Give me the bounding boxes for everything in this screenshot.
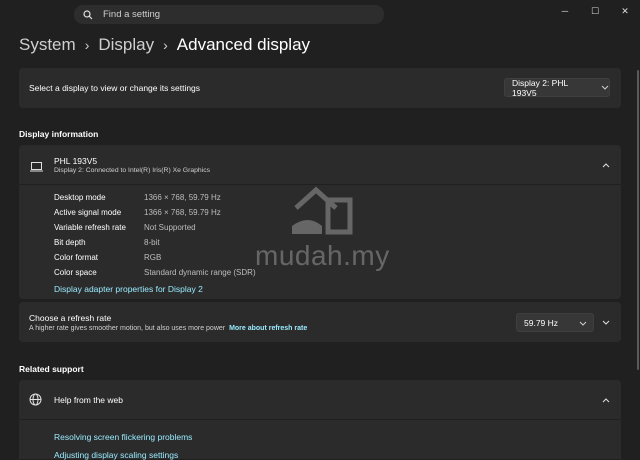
info-row-variable-refresh-rate: Variable refresh rate Not Supported xyxy=(54,223,196,232)
help-from-web-header[interactable]: Help from the web xyxy=(19,380,621,419)
info-key: Active signal mode xyxy=(54,208,122,217)
display-info-header[interactable]: PHL 193V5 Display 2: Connected to Intel(… xyxy=(19,145,621,184)
close-button[interactable]: ✕ xyxy=(610,2,640,20)
info-row-bit-depth: Bit depth 8-bit xyxy=(54,238,160,247)
globe-icon xyxy=(29,393,42,411)
chevron-up-icon[interactable] xyxy=(601,395,611,405)
info-row-color-space: Color space Standard dynamic range (SDR) xyxy=(54,268,256,277)
watermark-logo xyxy=(292,186,353,235)
info-row-desktop-mode: Desktop mode 1366 × 768, 59.79 Hz xyxy=(54,193,221,202)
info-key: Variable refresh rate xyxy=(54,223,126,232)
info-value: Standard dynamic range (SDR) xyxy=(144,268,256,277)
search-icon xyxy=(81,8,95,22)
info-value: 1366 × 768, 59.79 Hz xyxy=(144,193,221,202)
display-name: PHL 193V5 xyxy=(54,156,98,166)
page-title: Advanced display xyxy=(176,35,311,54)
watermark-text: mudah.my xyxy=(255,240,390,271)
display-information-heading: Display information xyxy=(19,129,99,139)
related-support-heading: Related support xyxy=(19,364,84,374)
search-box[interactable]: Find a setting xyxy=(74,5,384,24)
scrollbar[interactable] xyxy=(637,70,639,370)
chevron-down-icon xyxy=(579,321,587,326)
breadcrumb-system[interactable]: System xyxy=(19,35,76,55)
chevron-down-icon xyxy=(601,85,609,90)
refresh-rate-description: A higher rate gives smoother motion, but… xyxy=(29,325,307,332)
info-key: Color format xyxy=(54,253,99,262)
info-value: RGB xyxy=(144,253,162,262)
info-row-active-signal-mode: Active signal mode 1366 × 768, 59.79 Hz xyxy=(54,208,221,217)
breadcrumb-separator: › xyxy=(163,37,168,53)
info-value: 1366 × 768, 59.79 Hz xyxy=(144,208,221,217)
breadcrumb-separator: › xyxy=(84,37,90,53)
monitor-icon xyxy=(30,159,43,177)
info-row-color-format: Color format RGB xyxy=(54,253,161,262)
display-dropdown-value: Display 2: PHL 193V5 xyxy=(512,77,568,98)
watermark: mudah.my xyxy=(255,186,395,276)
window-controls: ─ ☐ ✕ xyxy=(550,2,640,20)
search-input[interactable]: Find a setting xyxy=(103,9,160,20)
display-adapter-properties-link[interactable]: Display adapter properties for Display 2 xyxy=(54,284,203,294)
help-link-flickering[interactable]: Resolving screen flickering problems xyxy=(54,432,192,442)
info-key: Desktop mode xyxy=(54,193,106,202)
info-value: 8-bit xyxy=(144,238,160,247)
info-value: Not Supported xyxy=(144,223,196,232)
refresh-rate-card: Choose a refresh rate A higher rate give… xyxy=(19,302,621,342)
breadcrumb: System › Display › Advanced display xyxy=(19,35,310,55)
chevron-down-icon[interactable] xyxy=(601,317,611,327)
help-from-web-title: Help from the web xyxy=(54,395,123,405)
select-display-card: Select a display to view or change its s… xyxy=(19,68,621,108)
select-display-label: Select a display to view or change its s… xyxy=(29,83,201,93)
minimize-button[interactable]: ─ xyxy=(550,2,580,20)
breadcrumb-display[interactable]: Display xyxy=(98,35,154,55)
maximize-button[interactable]: ☐ xyxy=(580,2,610,20)
refresh-rate-desc-text: A higher rate gives smoother motion, but… xyxy=(29,325,226,332)
more-about-refresh-rate-link[interactable]: More about refresh rate xyxy=(229,325,307,332)
display-dropdown[interactable]: Display 2: PHL 193V5 xyxy=(504,77,610,98)
refresh-rate-value: 59.79 Hz xyxy=(524,317,559,328)
chevron-up-icon[interactable] xyxy=(601,160,611,170)
refresh-rate-title: Choose a refresh rate xyxy=(29,313,112,323)
info-key: Bit depth xyxy=(54,238,86,247)
info-key: Color space xyxy=(54,268,97,277)
refresh-rate-dropdown[interactable]: 59.79 Hz xyxy=(516,313,594,332)
display-subtitle: Display 2: Connected to Intel(R) Iris(R)… xyxy=(54,167,211,174)
